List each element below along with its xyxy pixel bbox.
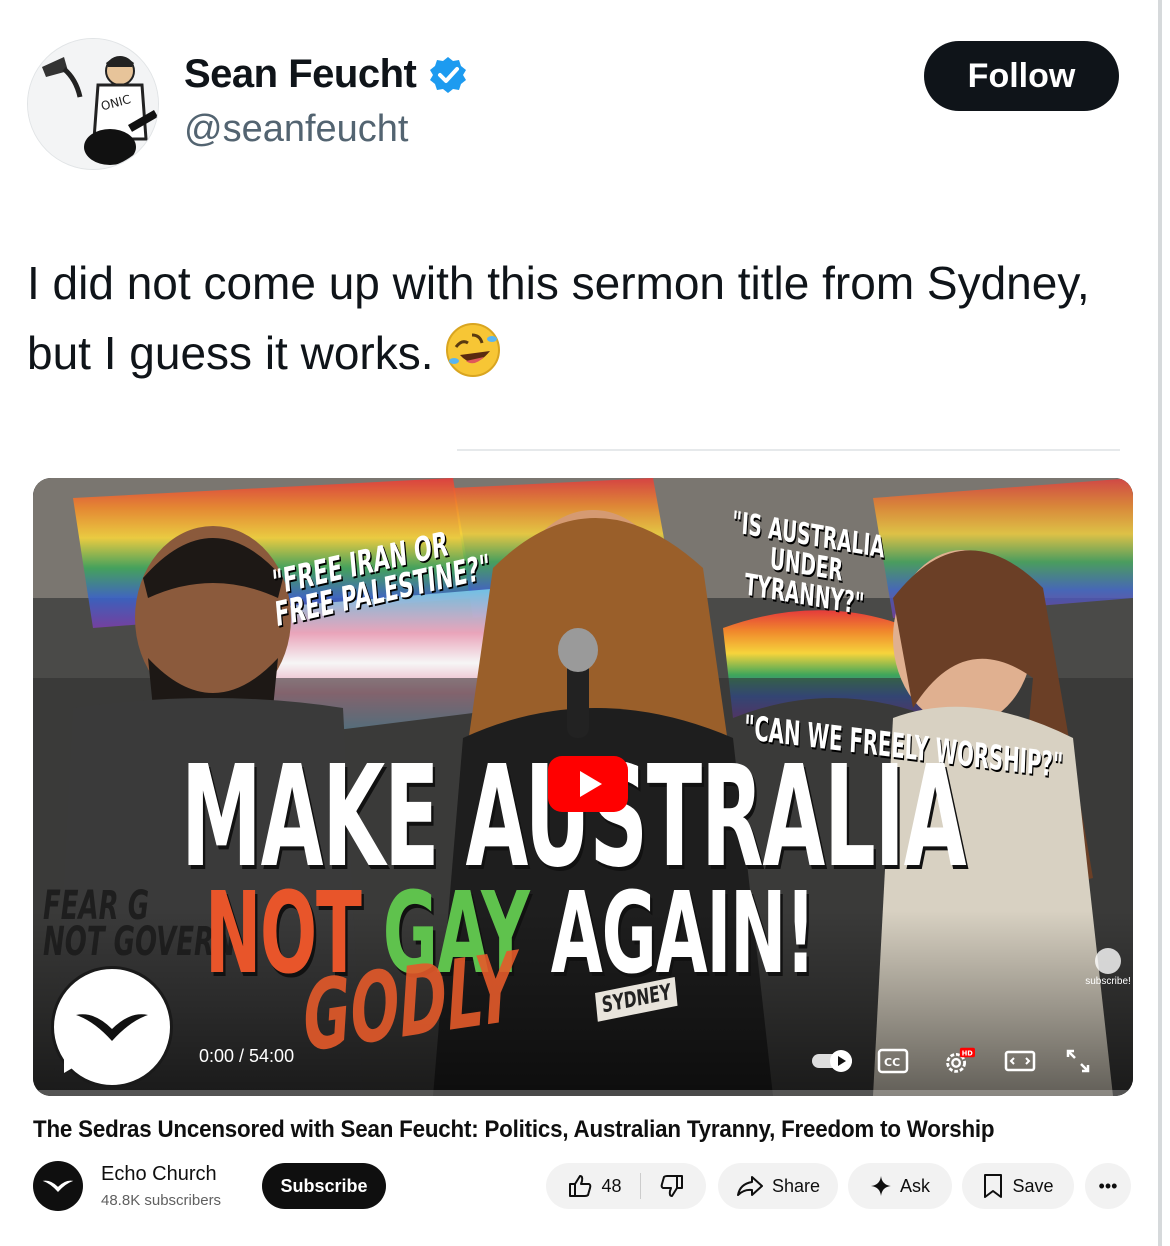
video-play-button[interactable] [548, 756, 628, 812]
autoplay-toggle[interactable] [811, 1044, 855, 1078]
tweet-body: I did not come up with this sermon title… [27, 257, 1090, 379]
sparkle-icon [870, 1176, 891, 1196]
channel-name[interactable]: Echo Church [101, 1163, 217, 1186]
volume-icon [127, 1048, 152, 1072]
thumbnail-overlay-word: GODLY [300, 931, 520, 1074]
author-display-name[interactable]: Sean Feucht [184, 52, 417, 97]
save-button[interactable]: Save [962, 1163, 1074, 1209]
svg-text:CC: CC [884, 1056, 900, 1069]
headline-word-again: AGAIN! [550, 869, 816, 999]
subscribe-watermark[interactable]: subscribe! [1078, 948, 1133, 987]
like-count: 48 [601, 1175, 622, 1196]
control-play-button[interactable] [55, 1040, 95, 1080]
autoplay-toggle-icon [812, 1050, 852, 1072]
author-avatar[interactable]: ONIC [27, 38, 159, 170]
control-volume-button[interactable] [121, 1040, 161, 1080]
subscribe-watermark-label: subscribe! [1085, 976, 1131, 987]
save-label: Save [1012, 1175, 1054, 1196]
svg-text:HD: HD [962, 1049, 974, 1057]
fullscreen-expand-icon [1066, 1049, 1090, 1073]
captions-button[interactable]: CC [877, 1044, 909, 1078]
verified-badge-icon [430, 56, 467, 93]
fullscreen-button[interactable] [1063, 1044, 1093, 1078]
rolling-on-floor-laughing-icon [445, 323, 500, 377]
theater-mode-button[interactable] [1003, 1044, 1037, 1078]
settings-gear-icon: HD [946, 1047, 975, 1073]
share-arrow-icon [736, 1176, 763, 1196]
thumbs-down-icon[interactable] [659, 1173, 685, 1199]
ask-button[interactable]: Ask [848, 1163, 952, 1209]
captions-icon: CC [877, 1048, 909, 1074]
thumbs-up-icon[interactable] [567, 1173, 593, 1199]
control-play-icon [64, 1047, 86, 1073]
more-icon: ••• [1098, 1175, 1118, 1196]
more-actions-button[interactable]: ••• [1085, 1163, 1131, 1209]
video-title[interactable]: The Sedras Uncensored with Sean Feucht: … [33, 1116, 1065, 1144]
video-time-display: 0:00 / 54:00 [199, 1046, 295, 1066]
channel-subscriber-count: 48.8K subscribers [101, 1192, 222, 1209]
echo-church-avatar-icon [42, 1180, 74, 1192]
share-button[interactable]: Share [718, 1163, 838, 1209]
like-separator [639, 1173, 641, 1199]
author-name-row: Sean Feucht [184, 52, 468, 97]
ask-label: Ask [899, 1175, 930, 1196]
follow-button[interactable]: Follow [924, 41, 1119, 111]
play-icon [579, 771, 602, 797]
divider [457, 449, 1120, 451]
bookmark-icon [984, 1174, 1003, 1198]
tweet-text: I did not come up with this sermon title… [27, 248, 1107, 388]
like-dislike-group: 48 [546, 1163, 706, 1209]
channel-avatar[interactable] [33, 1161, 83, 1211]
video-player[interactable]: "FREE IRAN OR FREE PALESTINE?" "IS AUSTR… [33, 478, 1133, 1096]
subscribe-button[interactable]: Subscribe [262, 1163, 386, 1209]
share-label: Share [771, 1175, 821, 1196]
theater-mode-icon [1004, 1050, 1036, 1072]
watermark-logo-icon [1095, 948, 1121, 974]
settings-button[interactable]: HD [941, 1044, 975, 1078]
avatar-illustration: ONIC [28, 39, 158, 169]
author-handle[interactable]: @seanfeucht [184, 108, 409, 151]
scrollbar[interactable] [1158, 0, 1170, 1246]
